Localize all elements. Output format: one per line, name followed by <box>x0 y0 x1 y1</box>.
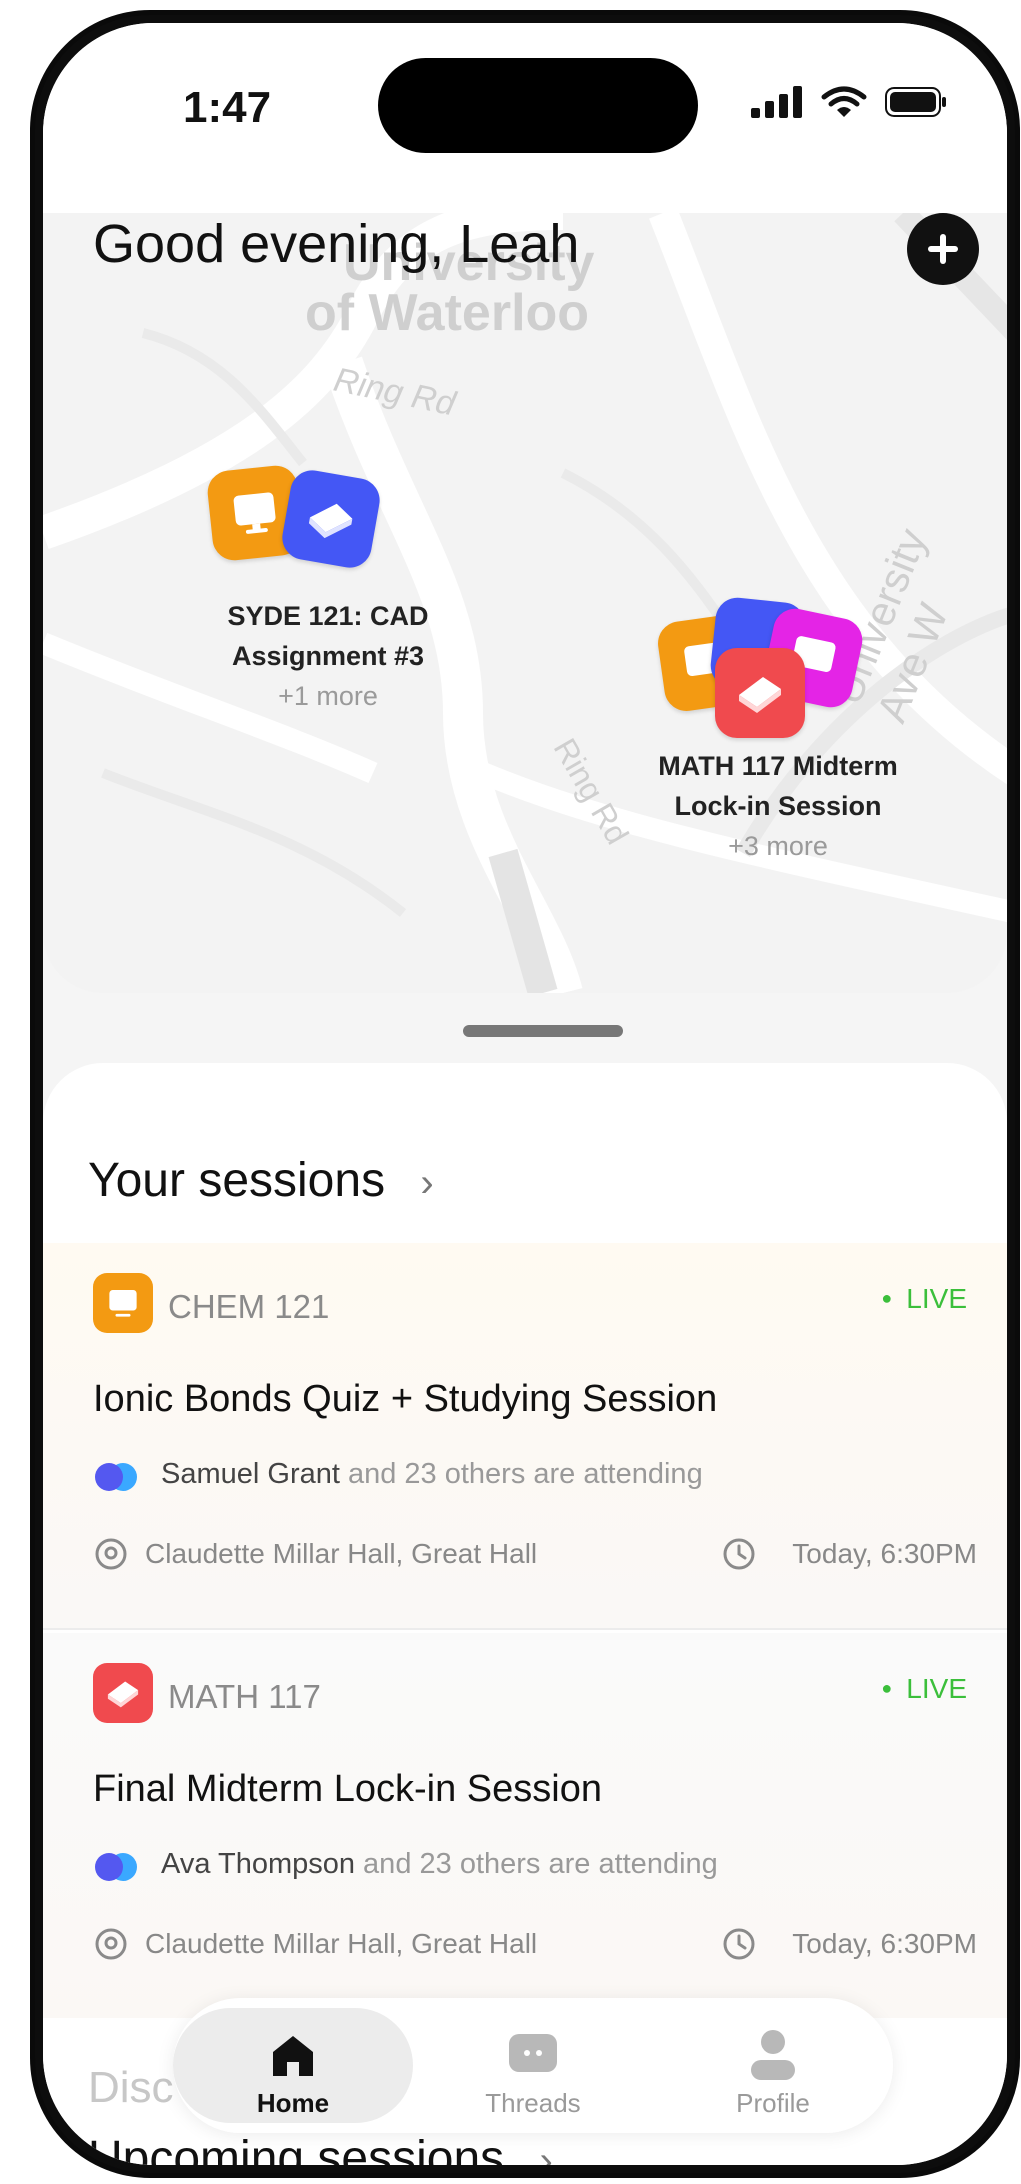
cluster-more-count: +3 more <box>728 831 828 861</box>
wifi-icon <box>821 86 867 117</box>
cluster-title-line1: MATH 117 Midterm <box>658 751 898 781</box>
clock-icon <box>723 1928 755 1960</box>
upcoming-sessions-title: Upcoming sessions <box>88 2132 505 2165</box>
live-label: LIVE <box>906 1673 967 1704</box>
tab-threads[interactable]: Threads <box>413 2008 653 2123</box>
tab-home[interactable]: Home <box>173 2008 413 2123</box>
monitor-icon <box>109 1290 137 1317</box>
your-sessions-title: Your sessions <box>88 1154 386 1207</box>
course-code: MATH 117 <box>168 1678 321 1715</box>
live-badge: ● LIVE <box>881 1673 967 1704</box>
status-bar: 1:47 <box>43 23 1007 213</box>
monitor-icon <box>233 492 276 534</box>
host-name: Ava Thompson <box>161 1848 355 1880</box>
sheet-drag-handle[interactable] <box>463 1025 623 1037</box>
battery-icon <box>885 87 946 117</box>
card-divider <box>43 1628 1007 1630</box>
attendance-text: Samuel Grant and 23 others are attending <box>161 1458 703 1491</box>
cluster-title-line1: SYDE 121: CAD <box>227 601 429 631</box>
clock-icon <box>723 1538 755 1570</box>
map-cluster-syde[interactable]: SYDE 121: CAD Assignment #3 +1 more <box>178 463 478 718</box>
attendee-avatars <box>95 1463 137 1491</box>
greeting-title: Good evening, Leah <box>93 214 580 274</box>
map-cluster-math[interactable]: MATH 117 Midterm Lock-in Session +3 more <box>603 595 953 861</box>
status-icons <box>751 85 947 119</box>
screen: 1:47 University of Waterloo Ring Rd Ring… <box>43 23 1007 2165</box>
session-card[interactable]: MATH 117 ● LIVE Final Midterm Lock-in Ses… <box>43 1633 1007 2018</box>
session-title: Ionic Bonds Quiz + Studying Session <box>93 1378 718 1420</box>
chevron-right-icon: › <box>420 1161 434 1205</box>
course-icon <box>93 1663 153 1723</box>
session-location: Claudette Millar Hall, Great Hall <box>145 1538 538 1569</box>
tab-label: Threads <box>485 2088 581 2118</box>
book-icon <box>308 503 353 539</box>
cellular-signal-icon <box>751 86 802 118</box>
dynamic-island <box>378 58 698 153</box>
course-icon <box>93 1273 153 1333</box>
status-time: 1:47 <box>183 83 272 132</box>
tab-label: Home <box>256 2088 330 2118</box>
session-time: Today, 6:30PM <box>792 1538 977 1569</box>
course-code: CHEM 121 <box>168 1288 330 1325</box>
chat-icon <box>509 2034 557 2072</box>
location-pin-icon <box>95 1538 127 1570</box>
plus-icon <box>928 234 958 264</box>
session-title: Final Midterm Lock-in Session <box>93 1768 602 1810</box>
live-badge: ● LIVE <box>881 1283 967 1314</box>
cluster-more-count: +1 more <box>278 681 378 711</box>
book-icon <box>107 1681 139 1708</box>
attend-suffix: and 23 others are attending <box>355 1848 718 1880</box>
chevron-right-icon: › <box>539 2139 553 2165</box>
campus-map[interactable]: University of Waterloo Ring Rd Ring Rd U… <box>43 213 1007 993</box>
attend-suffix: and 23 others are attending <box>339 1458 703 1490</box>
cluster-icon-red <box>715 648 805 738</box>
attendance-text: Ava Thompson and 23 others are attending <box>161 1848 718 1881</box>
cluster-icon-blue <box>278 466 384 572</box>
attendee-avatars <box>95 1853 137 1881</box>
add-session-button[interactable] <box>907 213 979 285</box>
session-location: Claudette Millar Hall, Great Hall <box>145 1928 538 1959</box>
book-icon <box>739 677 781 713</box>
person-icon <box>751 2030 795 2080</box>
home-icon <box>273 2036 313 2076</box>
host-name: Samuel Grant <box>161 1458 340 1490</box>
tab-profile[interactable]: Profile <box>653 2008 893 2123</box>
phone-frame: 1:47 University of Waterloo Ring Rd Ring… <box>30 10 1020 2178</box>
your-sessions-header[interactable]: Your sessions › <box>88 1153 434 1208</box>
live-label: LIVE <box>906 1283 967 1314</box>
tab-bar: Home Threads Profile <box>173 1998 893 2133</box>
session-card[interactable]: CHEM 121 ● LIVE Ionic Bonds Quiz + Studyi… <box>43 1243 1007 1628</box>
tab-label: Profile <box>736 2088 810 2118</box>
discover-title-partial: Disc <box>88 2063 174 2112</box>
map-label-campus-line2: of Waterloo <box>305 284 590 342</box>
location-pin-icon <box>95 1928 127 1960</box>
cluster-title-line2: Assignment #3 <box>231 641 425 671</box>
session-time: Today, 6:30PM <box>792 1928 977 1959</box>
cluster-title-line2: Lock-in Session <box>674 791 882 821</box>
upcoming-sessions-header[interactable]: Upcoming sessions › <box>88 2131 553 2165</box>
